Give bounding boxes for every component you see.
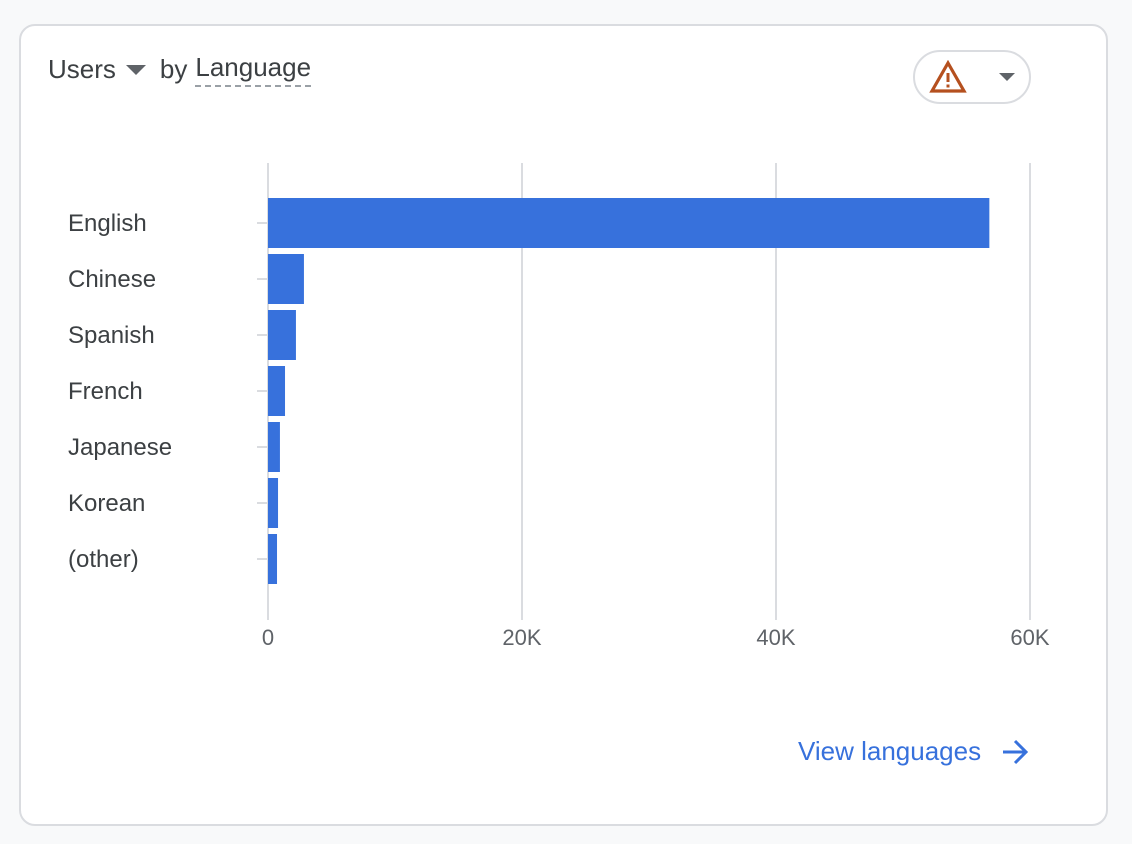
bar-spanish bbox=[268, 310, 296, 360]
bar-english bbox=[268, 198, 990, 248]
bar-chart: 0 20K 40K 60K English Chinese Spanish French Jap… bbox=[68, 163, 1050, 650]
x-tick-label: 40K bbox=[756, 625, 795, 650]
bar-korean bbox=[268, 478, 279, 528]
view-languages-link[interactable]: View languages bbox=[798, 736, 1029, 767]
x-tick-label: 0 bbox=[262, 625, 274, 650]
category-label: Japanese bbox=[68, 434, 172, 461]
view-languages-label: View languages bbox=[798, 736, 982, 766]
category-label: French bbox=[68, 378, 143, 405]
category-label: (other) bbox=[68, 546, 139, 573]
category-label: Spanish bbox=[68, 322, 155, 349]
bar-french bbox=[268, 366, 286, 416]
x-tick-label: 60K bbox=[1010, 625, 1049, 650]
bar-chinese bbox=[268, 254, 304, 304]
bar-japanese bbox=[268, 422, 280, 472]
category-label: English bbox=[68, 210, 147, 237]
bar-other bbox=[268, 534, 278, 584]
category-label: Chinese bbox=[68, 266, 156, 293]
arrow-right-icon bbox=[1003, 739, 1029, 764]
category-label: Korean bbox=[68, 490, 145, 517]
x-tick-label: 20K bbox=[502, 625, 541, 650]
